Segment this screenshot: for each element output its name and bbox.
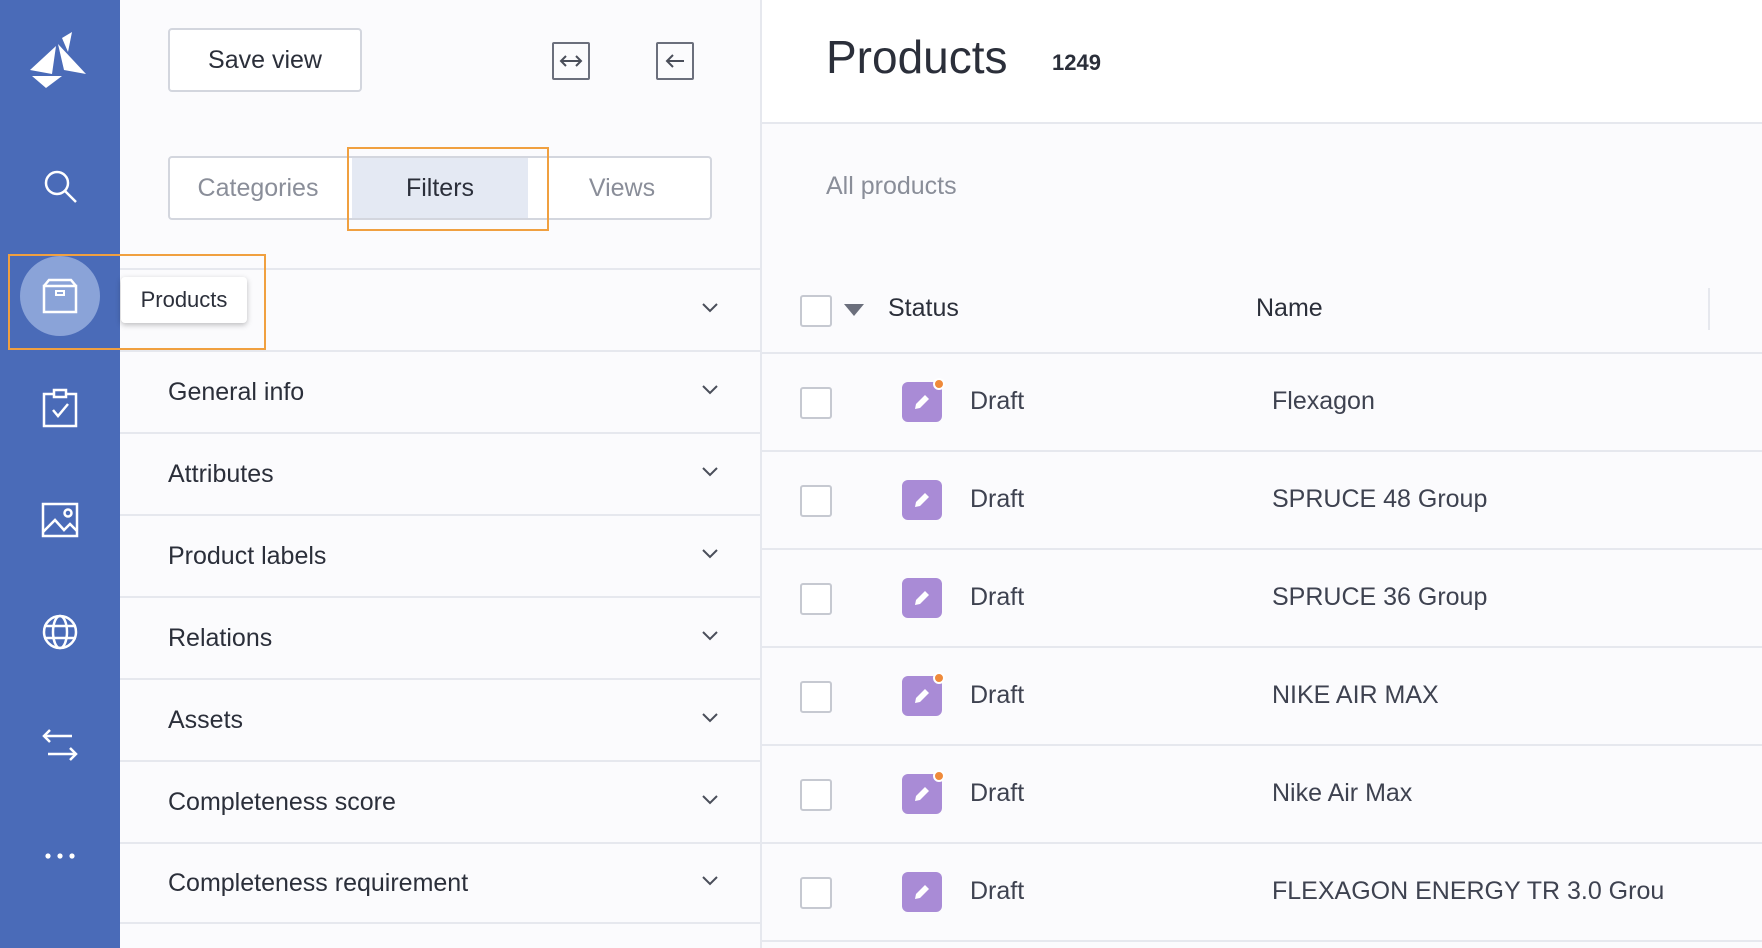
logo-icon[interactable] — [22, 30, 92, 90]
nav-rail — [0, 0, 120, 948]
tab-highlight-outline — [347, 147, 549, 231]
pencil-icon — [915, 787, 929, 801]
arrow-left-icon — [665, 54, 684, 68]
tasks-nav-button[interactable] — [20, 368, 100, 448]
tab-views[interactable]: Views — [534, 158, 710, 218]
view-name: All products — [826, 172, 957, 200]
table-row[interactable]: Draft NIKE AIR MAX — [762, 648, 1762, 746]
search-nav-button[interactable] — [20, 146, 100, 226]
page-header: Products 1249 — [762, 0, 1762, 124]
collapse-panel-button[interactable] — [656, 42, 694, 80]
import-export-nav-button[interactable] — [20, 704, 100, 784]
name-cell: FLEXAGON ENERGY TR 3.0 Grou — [1272, 877, 1665, 905]
pencil-icon — [915, 493, 929, 507]
assets-nav-button[interactable] — [20, 480, 100, 560]
clipboard-check-icon — [42, 388, 78, 428]
chevron-down-icon — [700, 383, 720, 401]
pencil-icon — [915, 885, 929, 899]
draft-status-icon — [902, 480, 942, 520]
column-header-name[interactable]: Name — [1256, 294, 1323, 323]
row-checkbox[interactable] — [800, 877, 832, 909]
filter-section-relations[interactable]: Relations — [120, 596, 760, 678]
main-content: Products 1249 All products Status Name D… — [762, 0, 1762, 948]
filter-section-label: Completeness score — [168, 787, 396, 816]
save-view-button[interactable]: Save view — [168, 28, 362, 92]
page-title: Products — [826, 31, 1008, 83]
column-header-status[interactable]: Status — [888, 294, 959, 323]
status-cell: Draft — [970, 877, 1025, 905]
table-row[interactable]: Draft SPRUCE 48 Group — [762, 452, 1762, 550]
pencil-icon — [915, 395, 929, 409]
status-cell: Draft — [970, 485, 1025, 513]
more-nav-button[interactable] — [20, 816, 100, 896]
chevron-down-icon — [700, 301, 720, 319]
column-resize-handle[interactable] — [1708, 288, 1710, 330]
name-cell: Nike Air Max — [1272, 779, 1413, 807]
filter-section-completeness-score[interactable]: Completeness score — [120, 760, 760, 842]
filter-sections: General info Attributes Product labels R… — [120, 268, 760, 924]
more-dots-icon — [45, 853, 75, 859]
table-row[interactable]: Draft Flexagon — [762, 354, 1762, 452]
globe-icon — [42, 614, 78, 650]
name-cell: SPRUCE 48 Group — [1272, 485, 1488, 513]
filter-section-label: Assets — [168, 705, 244, 734]
row-checkbox[interactable] — [800, 681, 832, 713]
chevron-down-icon — [700, 793, 720, 811]
image-icon — [41, 502, 79, 538]
search-icon — [44, 170, 77, 203]
chevron-down-icon — [700, 874, 720, 892]
filter-section-product-labels[interactable]: Product labels — [120, 514, 760, 596]
table-row[interactable]: Draft Nike Air Max — [762, 746, 1762, 844]
filter-section-label: Relations — [168, 623, 273, 652]
products-tooltip: Products — [121, 277, 247, 323]
status-cell: Draft — [970, 681, 1025, 709]
table-row[interactable]: Draft FLEXAGON ENERGY TR 3.0 Grou — [762, 844, 1762, 942]
name-cell: NIKE AIR MAX — [1272, 681, 1439, 709]
select-options-dropdown[interactable] — [844, 304, 864, 316]
row-checkbox[interactable] — [800, 779, 832, 811]
status-cell: Draft — [970, 779, 1025, 807]
change-indicator-dot — [933, 378, 945, 390]
filter-section-completeness-requirement[interactable]: Completeness requirement — [120, 842, 760, 924]
change-indicator-dot — [933, 770, 945, 782]
row-checkbox[interactable] — [800, 485, 832, 517]
status-cell: Draft — [970, 583, 1025, 611]
filter-section-assets[interactable]: Assets — [120, 678, 760, 760]
name-cell: SPRUCE 36 Group — [1272, 583, 1488, 611]
pencil-icon — [915, 689, 929, 703]
table-row[interactable]: Draft SPRUCE 36 Group — [762, 550, 1762, 648]
chevron-down-icon — [700, 465, 720, 483]
channels-nav-button[interactable] — [20, 592, 100, 672]
swap-arrows-icon — [42, 729, 78, 761]
expand-horizontal-icon — [559, 55, 583, 67]
change-indicator-dot — [933, 672, 945, 684]
select-all-checkbox[interactable] — [800, 295, 832, 327]
chevron-down-icon — [700, 629, 720, 647]
draft-status-icon — [902, 578, 942, 618]
filter-panel: Save view Categories Filters Views Gener… — [120, 0, 762, 948]
chevron-down-icon — [700, 547, 720, 565]
filter-section-label: Attributes — [168, 459, 274, 488]
filter-section-label: Product labels — [168, 541, 327, 570]
filter-section-label: Completeness requirement — [168, 868, 469, 897]
expand-panel-button[interactable] — [552, 42, 590, 80]
chevron-down-icon — [700, 711, 720, 729]
row-checkbox[interactable] — [800, 387, 832, 419]
status-cell: Draft — [970, 387, 1025, 415]
filter-section-label: General info — [168, 377, 305, 406]
table-header: Status Name — [762, 268, 1762, 354]
filter-section-general-info[interactable]: General info — [120, 350, 760, 432]
product-count: 1249 — [1052, 50, 1101, 75]
products-table: Status Name Draft Flexagon Draft SPRUCE … — [762, 268, 1762, 942]
filter-section-attributes[interactable]: Attributes — [120, 432, 760, 514]
pencil-icon — [915, 591, 929, 605]
row-checkbox[interactable] — [800, 583, 832, 615]
name-cell: Flexagon — [1272, 387, 1375, 415]
draft-status-icon — [902, 872, 942, 912]
tab-categories[interactable]: Categories — [170, 158, 346, 218]
